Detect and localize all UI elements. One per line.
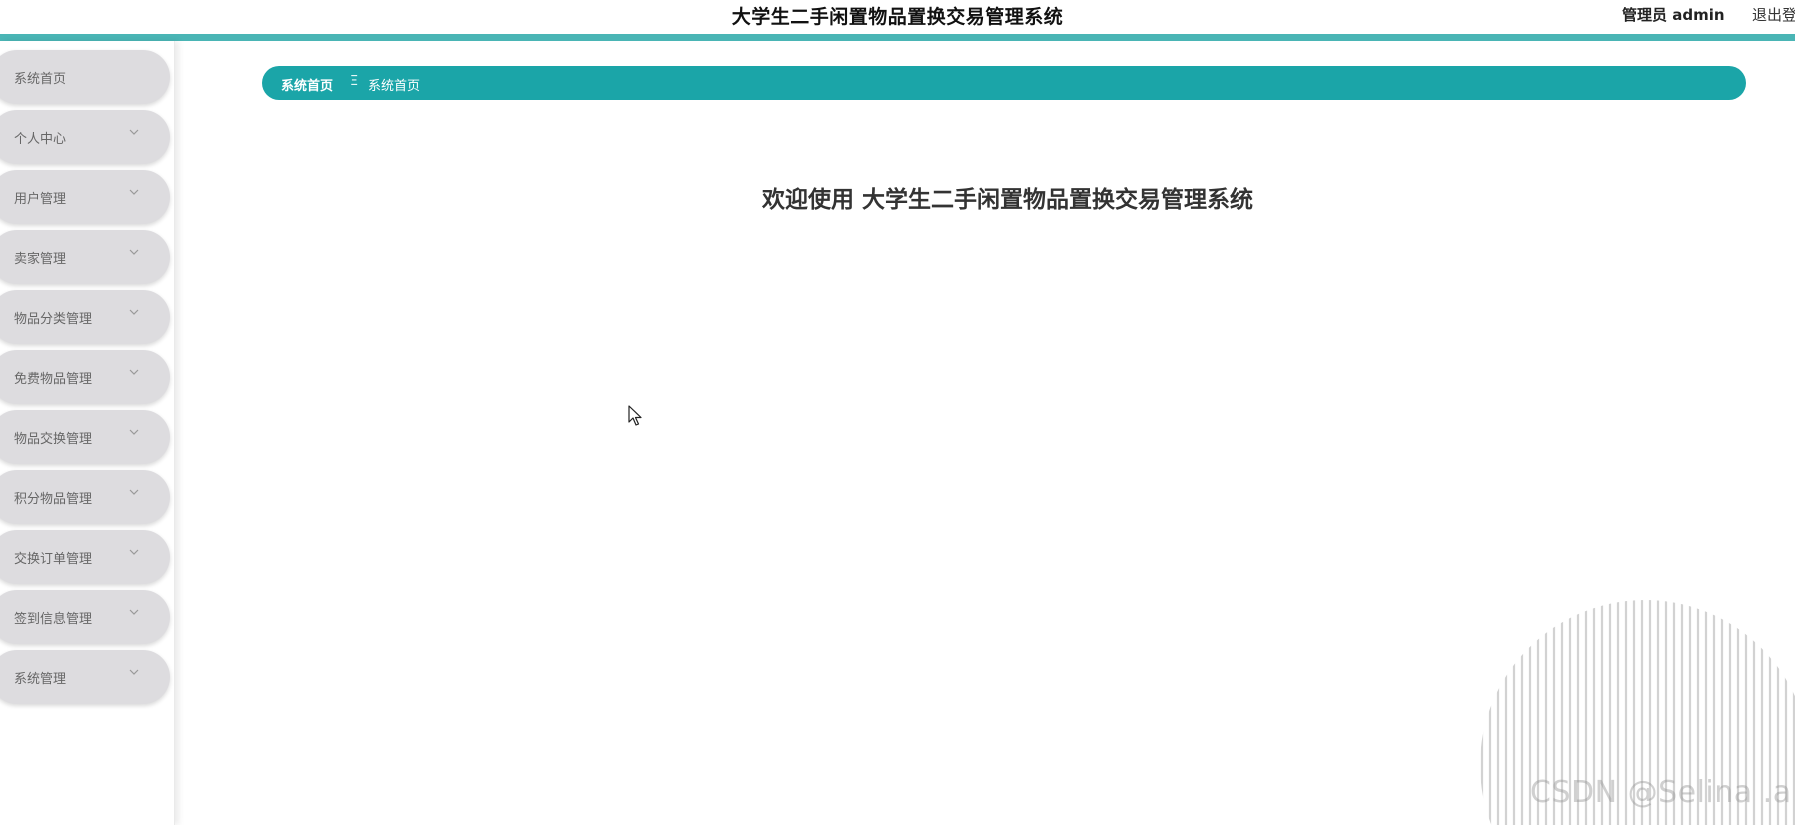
sidebar-item-label: 物品分类管理 (14, 312, 93, 327)
sidebar-item-label: 物品交换管理 (14, 432, 93, 447)
breadcrumb: 系统首页 Ξ 系统首页 (262, 66, 1746, 100)
chevron-down-icon (129, 669, 139, 675)
watermark: CSDN @Selina .a (1530, 775, 1792, 810)
sidebar-item-label: 系统管理 (14, 672, 67, 687)
sidebar-item-label: 免费物品管理 (14, 372, 93, 387)
chevron-down-icon (129, 309, 139, 315)
mouse-pointer-icon (628, 405, 642, 426)
chevron-down-icon (129, 189, 139, 195)
sidebar-item-system[interactable]: 系统管理 (0, 650, 170, 704)
welcome-message: 欢迎使用 大学生二手闲置物品置换交易管理系统 (761, 187, 1253, 213)
sidebar: 系统首页 个人中心 用户管理 卖家管理 物品分类管理 免费物品管理 物品交换管理… (0, 41, 175, 825)
header-accent-line (0, 34, 1795, 41)
chevron-down-icon (129, 489, 139, 495)
sidebar-item-profile[interactable]: 个人中心 (0, 110, 170, 164)
sidebar-item-checkin[interactable]: 签到信息管理 (0, 590, 170, 644)
sidebar-item-sellers[interactable]: 卖家管理 (0, 230, 170, 284)
sidebar-item-exchange-items[interactable]: 物品交换管理 (0, 410, 170, 464)
sidebar-item-users[interactable]: 用户管理 (0, 170, 170, 224)
chevron-down-icon (129, 369, 139, 375)
app-title: 大学生二手闲置物品置换交易管理系统 (731, 6, 1064, 28)
sidebar-item-label: 签到信息管理 (14, 612, 93, 627)
chevron-down-icon (129, 249, 139, 255)
sidebar-item-label: 系统首页 (14, 72, 67, 87)
chevron-down-icon (129, 549, 139, 555)
sidebar-item-categories[interactable]: 物品分类管理 (0, 290, 170, 344)
breadcrumb-current: 系统首页 (368, 79, 421, 94)
sidebar-item-label: 交换订单管理 (14, 552, 93, 567)
chevron-down-icon (129, 129, 139, 135)
breadcrumb-separator-icon: Ξ (350, 74, 359, 89)
top-header: 大学生二手闲置物品置换交易管理系统 管理员 admin 退出登录 (0, 0, 1795, 34)
logout-link[interactable]: 退出登录 (1752, 4, 1795, 25)
sidebar-item-label: 个人中心 (14, 132, 67, 147)
sidebar-item-label: 用户管理 (14, 192, 67, 207)
sidebar-item-label: 积分物品管理 (14, 492, 93, 507)
sidebar-item-home[interactable]: 系统首页 (0, 50, 170, 104)
sidebar-item-label: 卖家管理 (14, 252, 67, 267)
sidebar-item-exchange-orders[interactable]: 交换订单管理 (0, 530, 170, 584)
chevron-down-icon (129, 429, 139, 435)
sidebar-item-free-items[interactable]: 免费物品管理 (0, 350, 170, 404)
chevron-down-icon (129, 609, 139, 615)
sidebar-item-points-items[interactable]: 积分物品管理 (0, 470, 170, 524)
admin-user-label: 管理员 admin (1622, 6, 1725, 24)
breadcrumb-home[interactable]: 系统首页 (281, 75, 333, 94)
